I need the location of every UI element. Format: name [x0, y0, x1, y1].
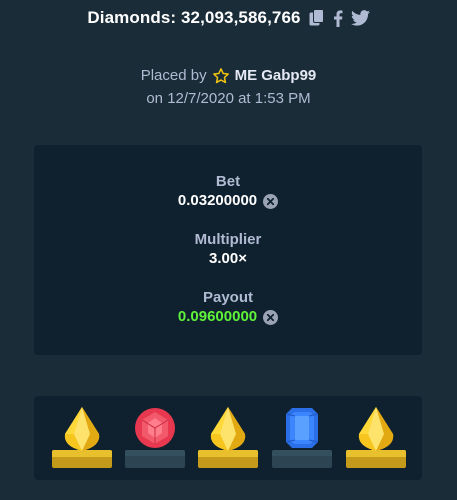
yellow-gem-icon — [64, 407, 100, 451]
multiplier-label: Multiplier — [194, 231, 262, 248]
page-title: Diamonds: 32,093,586,766 — [87, 8, 301, 27]
bet-info: Placed by ME Gabp99 on 12/7/2020 at 1:53… — [0, 64, 457, 110]
tile-yellow-gem — [346, 404, 406, 468]
payout-stat: Payout 0.09600000 — [34, 289, 422, 327]
copy-icon[interactable] — [309, 8, 325, 28]
bet-details-panel: Bet 0.03200000 Multiplier 3.00× Payout 0… — [34, 145, 422, 355]
tile-yellow-gem — [52, 404, 112, 468]
blue-gem-icon — [285, 408, 319, 448]
mines-tiles-row — [34, 396, 422, 480]
header: Diamonds: 32,093,586,766 — [0, 5, 457, 31]
multiplier-value: 3.00× — [209, 250, 247, 267]
currency-icon — [263, 309, 279, 325]
bet-value-row: 0.03200000 — [34, 191, 422, 211]
placed-by-label: Placed by — [140, 67, 207, 84]
payout-value: 0.09600000 — [177, 308, 258, 325]
username-link[interactable]: ME Gabp99 — [235, 64, 317, 87]
twitter-icon[interactable] — [350, 8, 370, 28]
payout-value-row: 0.09600000 — [34, 307, 422, 327]
star-icon — [212, 67, 230, 85]
bet-label: Bet — [215, 173, 241, 190]
multiplier-stat: Multiplier 3.00× — [34, 231, 422, 269]
tile-blue-gem — [272, 404, 332, 468]
username: Gabp99 — [261, 67, 317, 84]
user-prefix: ME — [234, 67, 258, 84]
yellow-gem-icon — [358, 407, 394, 451]
payout-label: Payout — [202, 289, 253, 306]
red-gem-icon — [135, 408, 175, 448]
bet-stat: Bet 0.03200000 — [34, 173, 422, 211]
facebook-icon[interactable] — [333, 8, 343, 28]
tile-yellow-gem — [198, 404, 258, 468]
bet-value: 0.03200000 — [177, 192, 258, 209]
placed-by-row: Placed by ME Gabp99 — [0, 64, 457, 87]
tile-red-gem — [125, 404, 185, 468]
yellow-gem-icon — [210, 407, 246, 451]
placed-date: on 12/7/2020 at 1:53 PM — [146, 90, 311, 107]
currency-icon — [263, 193, 279, 209]
